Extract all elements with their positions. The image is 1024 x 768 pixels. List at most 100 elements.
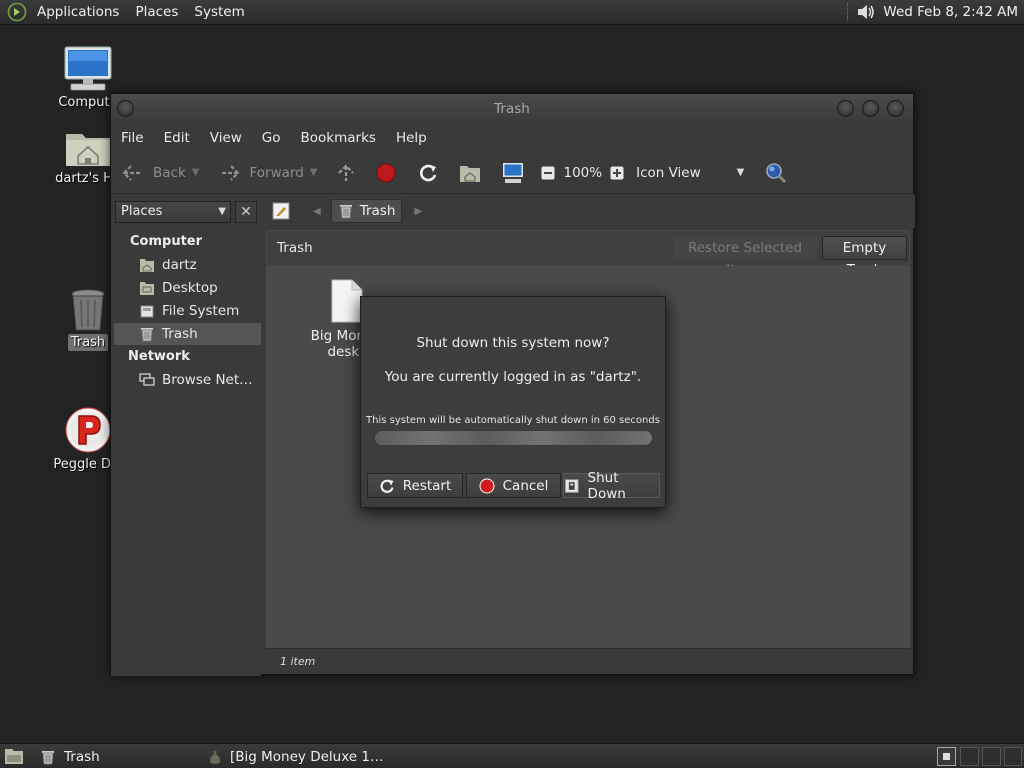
computer-icon <box>503 162 524 183</box>
location-bar: ◀ Trash ▶ <box>263 194 915 228</box>
forward-history-dropdown[interactable]: ▼ <box>310 167 318 178</box>
back-label: Back <box>153 164 186 181</box>
empty-trash-button[interactable]: Empty Trash <box>822 236 907 278</box>
computer-button[interactable] <box>501 162 525 184</box>
sidebar-item-label: Browse Net… <box>162 372 253 388</box>
trash-can-icon <box>71 289 105 331</box>
back-arrow-icon <box>122 164 142 181</box>
sidebar-places-select[interactable]: Places ▼ <box>115 201 231 223</box>
trash-can-icon <box>42 750 54 764</box>
reload-icon <box>420 164 437 181</box>
back-history-dropdown[interactable]: ▼ <box>192 167 200 178</box>
menu-edit[interactable]: Edit <box>154 130 200 146</box>
trash-info-bar: Trash Restore Selected Items Empty Trash <box>266 230 910 278</box>
shutdown-dialog: Shut down this system now? You are curre… <box>360 296 666 508</box>
sidebar-close-button[interactable]: ✕ <box>235 201 257 223</box>
applications-menu[interactable]: Applications <box>29 4 127 20</box>
places-menu[interactable]: Places <box>127 4 186 20</box>
taskbar-item-trash[interactable]: Trash <box>40 744 100 768</box>
zoom-out-button[interactable] <box>541 166 555 180</box>
sidebar-item-label: dartz <box>162 257 197 273</box>
maximize-button[interactable] <box>862 100 879 117</box>
sidebar-item-desktop[interactable]: Desktop <box>114 277 261 299</box>
search-button[interactable] <box>764 161 788 185</box>
workspace-2[interactable] <box>960 747 979 766</box>
home-button[interactable] <box>459 163 481 183</box>
edit-location-icon[interactable] <box>271 201 291 221</box>
window-titlebar[interactable]: Trash <box>111 94 913 124</box>
shutdown-progress-bar <box>374 430 653 446</box>
reload-button[interactable] <box>417 162 439 184</box>
desktop-icon-label: Trash <box>67 334 109 351</box>
taskbar-item-label: [Big Money Deluxe 1… <box>230 748 384 765</box>
forward-arrow-icon <box>220 164 241 181</box>
stop-icon <box>479 478 495 493</box>
stop-button[interactable] <box>375 162 397 184</box>
window-title: Trash <box>494 101 530 117</box>
sidebar: Places ▼ ✕ Computer dartz Desktop File S… <box>111 194 261 676</box>
menu-help[interactable]: Help <box>386 130 437 146</box>
system-menu[interactable]: System <box>186 4 252 20</box>
sidebar-item-label: File System <box>162 303 240 319</box>
breadcrumb-label: Trash <box>359 203 396 219</box>
chevron-down-icon: ▼ <box>736 167 745 178</box>
menubar: File Edit View Go Bookmarks Help <box>111 124 913 152</box>
minimize-button[interactable] <box>837 100 854 117</box>
restart-button[interactable]: Restart <box>367 473 463 498</box>
menu-view[interactable]: View <box>200 130 252 146</box>
volume-icon[interactable] <box>855 1 877 23</box>
peggle-logo-icon <box>65 407 111 453</box>
up-arrow-icon <box>338 163 355 181</box>
trash-can-icon <box>339 205 352 219</box>
zoom-level[interactable]: 100% <box>563 165 602 181</box>
trash-can-icon <box>141 328 153 342</box>
up-button[interactable] <box>335 162 357 184</box>
main-menu: Applications Places System <box>0 0 253 25</box>
power-icon <box>564 478 579 493</box>
status-bar: 1 item <box>266 648 910 674</box>
cancel-button[interactable]: Cancel <box>466 473 561 498</box>
window-menu-button[interactable] <box>117 100 134 117</box>
computer-icon <box>64 46 112 91</box>
sidebar-item-dartz[interactable]: dartz <box>114 254 261 276</box>
crumb-left-arrow[interactable]: ◀ <box>313 206 321 217</box>
search-icon <box>766 162 787 183</box>
close-button[interactable] <box>887 100 904 117</box>
network-icon <box>139 373 155 386</box>
restore-selected-button[interactable]: Restore Selected Items <box>672 236 818 278</box>
clock[interactable]: Wed Feb 8, 2:42 AM <box>877 4 1024 20</box>
zoom-out-icon <box>541 166 555 179</box>
menu-bookmarks[interactable]: Bookmarks <box>291 130 386 146</box>
back-button[interactable]: Back ▼ <box>121 163 199 183</box>
sidebar-item-browse-network[interactable]: Browse Net… <box>114 369 261 391</box>
restart-label: Restart <box>402 477 452 494</box>
content-title: Trash <box>277 240 313 256</box>
breadcrumb-trash[interactable]: Trash <box>330 199 403 223</box>
zoom-in-icon <box>610 166 624 179</box>
zoom-in-button[interactable] <box>610 166 624 180</box>
sidebar-item-label: Desktop <box>162 280 218 296</box>
dialog-logged-in: You are currently logged in as "dartz". <box>384 369 642 385</box>
show-desktop-icon[interactable] <box>4 747 24 765</box>
workspace-3[interactable] <box>982 747 1001 766</box>
sidebar-item-filesystem[interactable]: File System <box>114 300 261 322</box>
sidebar-item-trash[interactable]: Trash <box>114 323 261 345</box>
view-mode-select[interactable]: Icon View ▼ <box>636 165 744 181</box>
stop-icon <box>376 163 396 182</box>
home-folder-icon <box>140 259 154 272</box>
forward-button[interactable]: Forward ▼ <box>217 163 317 183</box>
workspace-4[interactable] <box>1004 747 1022 766</box>
crumb-right-arrow[interactable]: ▶ <box>414 206 422 217</box>
menu-file[interactable]: File <box>111 130 154 146</box>
taskbar-item-big-money[interactable]: [Big Money Deluxe 1… <box>208 744 383 768</box>
shutdown-button[interactable]: Shut Down <box>563 470 660 502</box>
menu-go[interactable]: Go <box>252 130 291 146</box>
shutdown-progress-fill <box>375 431 652 445</box>
panel-tray: Wed Feb 8, 2:42 AM <box>847 0 1024 25</box>
panel-separator <box>847 3 849 21</box>
workspace-1[interactable] <box>937 747 956 766</box>
shutdown-label: Shut Down <box>587 469 626 502</box>
gnome-foot-icon[interactable] <box>7 2 27 22</box>
view-mode-label: Icon View <box>636 164 701 181</box>
top-panel: Applications Places System Wed Feb 8, 2:… <box>0 0 1024 25</box>
